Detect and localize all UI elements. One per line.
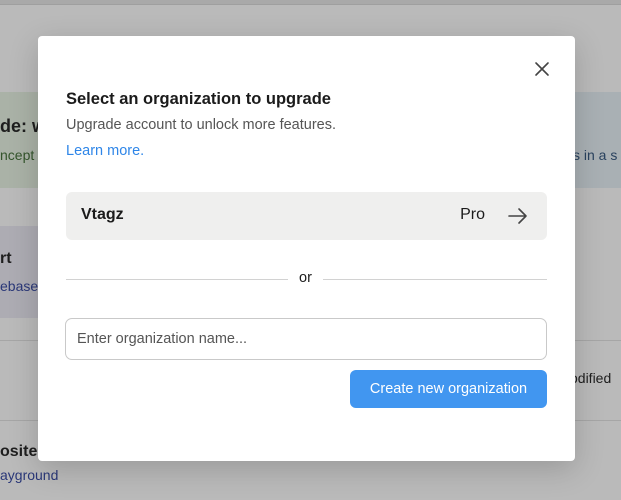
organization-name-input[interactable] bbox=[65, 318, 547, 360]
dialog-subtitle: Upgrade account to unlock more features. bbox=[66, 117, 337, 133]
upgrade-organization-dialog: Select an organization to upgrade Upgrad… bbox=[38, 36, 575, 461]
create-organization-button[interactable]: Create new organization bbox=[350, 370, 547, 408]
learn-more-link[interactable]: Learn more. bbox=[66, 143, 144, 159]
close-icon bbox=[535, 62, 549, 76]
organization-name: Vtagz bbox=[81, 206, 124, 223]
arrow-right-icon bbox=[508, 208, 527, 224]
organization-plan: Pro bbox=[460, 206, 485, 223]
close-button[interactable] bbox=[531, 58, 553, 80]
divider-or-text: or bbox=[299, 270, 312, 286]
divider-line-left bbox=[66, 279, 288, 280]
divider-line-right bbox=[323, 279, 547, 280]
organization-option[interactable]: Vtagz Pro bbox=[66, 192, 547, 240]
dialog-title: Select an organization to upgrade bbox=[66, 90, 331, 108]
